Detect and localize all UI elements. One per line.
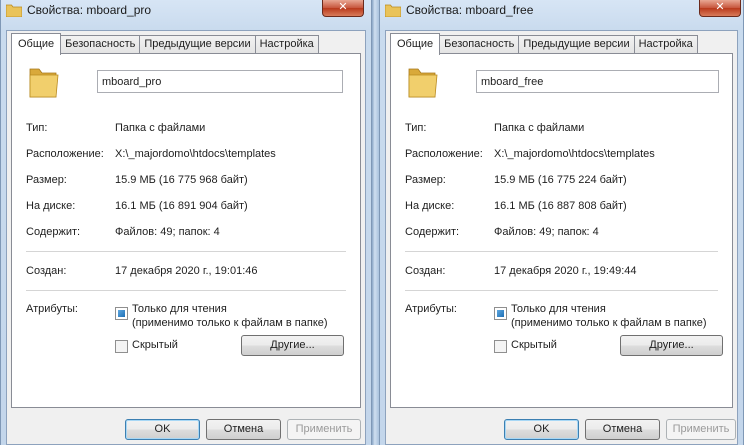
readonly-note: (применимо только к файлам в папке) (511, 317, 707, 329)
readonly-note: (применимо только к файлам в папке) (132, 317, 328, 329)
tab-strip: Общие Безопасность Предыдущие версии Нас… (390, 33, 698, 55)
created-label: Создан: (26, 265, 67, 277)
location-label: Расположение: (26, 148, 104, 160)
tab-security[interactable]: Безопасность (60, 35, 141, 54)
separator (26, 251, 346, 252)
created-label: Создан: (405, 265, 446, 277)
general-tab-page: Тип: Папка с файлами Расположение: X:\_m… (11, 53, 361, 408)
readonly-checkbox[interactable] (115, 307, 128, 320)
location-value: X:\_majordomo\htdocs\templates (494, 148, 655, 160)
window-title: Свойства: mboard_free (406, 3, 534, 17)
properties-window-mboard-free: Свойства: mboard_free ✕ Общие Безопаснос… (379, 0, 744, 445)
general-tab-page: Тип: Папка с файлами Расположение: X:\_m… (390, 53, 733, 408)
size-label: Размер: (26, 174, 67, 186)
ondisk-label: На диске: (26, 200, 76, 212)
separator (405, 290, 718, 291)
readonly-label: Только для чтения (132, 303, 227, 315)
hidden-label: Скрытый (511, 339, 557, 351)
dialog-client: Общие Безопасность Предыдущие версии Нас… (385, 30, 738, 445)
window-divider (372, 0, 379, 445)
properties-window-mboard-pro: Свойства: mboard_pro ✕ Общие Безопасност… (0, 0, 372, 445)
type-label: Тип: (405, 122, 427, 134)
type-value: Папка с файлами (494, 122, 585, 134)
other-attributes-button[interactable]: Другие... (241, 335, 344, 356)
dialog-client: Общие Безопасность Предыдущие версии Нас… (6, 30, 366, 445)
location-label: Расположение: (405, 148, 483, 160)
size-value: 15.9 МБ (16 775 968 байт) (115, 174, 248, 186)
apply-button[interactable]: Применить (287, 419, 361, 440)
tab-strip: Общие Безопасность Предыдущие версии Нас… (11, 33, 319, 55)
close-button[interactable]: ✕ (699, 0, 741, 17)
contains-value: Файлов: 49; папок: 4 (494, 226, 599, 238)
title-bar[interactable]: Свойства: mboard_pro ✕ (0, 0, 372, 22)
cancel-button[interactable]: Отмена (206, 419, 281, 440)
hidden-checkbox[interactable] (115, 340, 128, 353)
readonly-label: Только для чтения (511, 303, 606, 315)
size-value: 15.9 МБ (16 775 224 байт) (494, 174, 627, 186)
folder-icon (385, 4, 401, 17)
close-button[interactable]: ✕ (322, 0, 364, 17)
ondisk-value: 16.1 МБ (16 887 808 байт) (494, 200, 627, 212)
tab-general[interactable]: Общие (390, 33, 441, 55)
tab-security[interactable]: Безопасность (439, 35, 520, 54)
readonly-checkbox[interactable] (494, 307, 507, 320)
folder-name-field[interactable] (476, 70, 719, 93)
folder-name-field[interactable] (97, 70, 343, 93)
hidden-label: Скрытый (132, 339, 178, 351)
apply-button[interactable]: Применить (666, 419, 736, 440)
ondisk-value: 16.1 МБ (16 891 904 байт) (115, 200, 248, 212)
contains-label: Содержит: (26, 226, 81, 238)
attributes-label: Атрибуты: (26, 303, 78, 315)
title-bar[interactable]: Свойства: mboard_free ✕ (379, 0, 744, 22)
separator (26, 290, 346, 291)
created-value: 17 декабря 2020 г., 19:49:44 (494, 265, 637, 277)
hidden-checkbox[interactable] (494, 340, 507, 353)
type-value: Папка с файлами (115, 122, 206, 134)
tab-customize[interactable]: Настройка (254, 35, 319, 54)
folder-icon (29, 68, 59, 98)
window-title: Свойства: mboard_pro (27, 3, 152, 17)
folder-icon (408, 68, 438, 98)
ok-button[interactable]: OK (125, 419, 200, 440)
size-label: Размер: (405, 174, 446, 186)
cancel-button[interactable]: Отмена (585, 419, 660, 440)
tab-general[interactable]: Общие (11, 33, 62, 55)
tab-previous-versions[interactable]: Предыдущие версии (518, 35, 635, 54)
ok-button[interactable]: OK (504, 419, 579, 440)
contains-label: Содержит: (405, 226, 460, 238)
attributes-label: Атрибуты: (405, 303, 457, 315)
contains-value: Файлов: 49; папок: 4 (115, 226, 220, 238)
ondisk-label: На диске: (405, 200, 455, 212)
folder-icon (6, 4, 22, 17)
tab-previous-versions[interactable]: Предыдущие версии (139, 35, 256, 54)
tab-customize[interactable]: Настройка (633, 35, 698, 54)
other-attributes-button[interactable]: Другие... (620, 335, 723, 356)
type-label: Тип: (26, 122, 48, 134)
created-value: 17 декабря 2020 г., 19:01:46 (115, 265, 258, 277)
location-value: X:\_majordomo\htdocs\templates (115, 148, 276, 160)
separator (405, 251, 718, 252)
